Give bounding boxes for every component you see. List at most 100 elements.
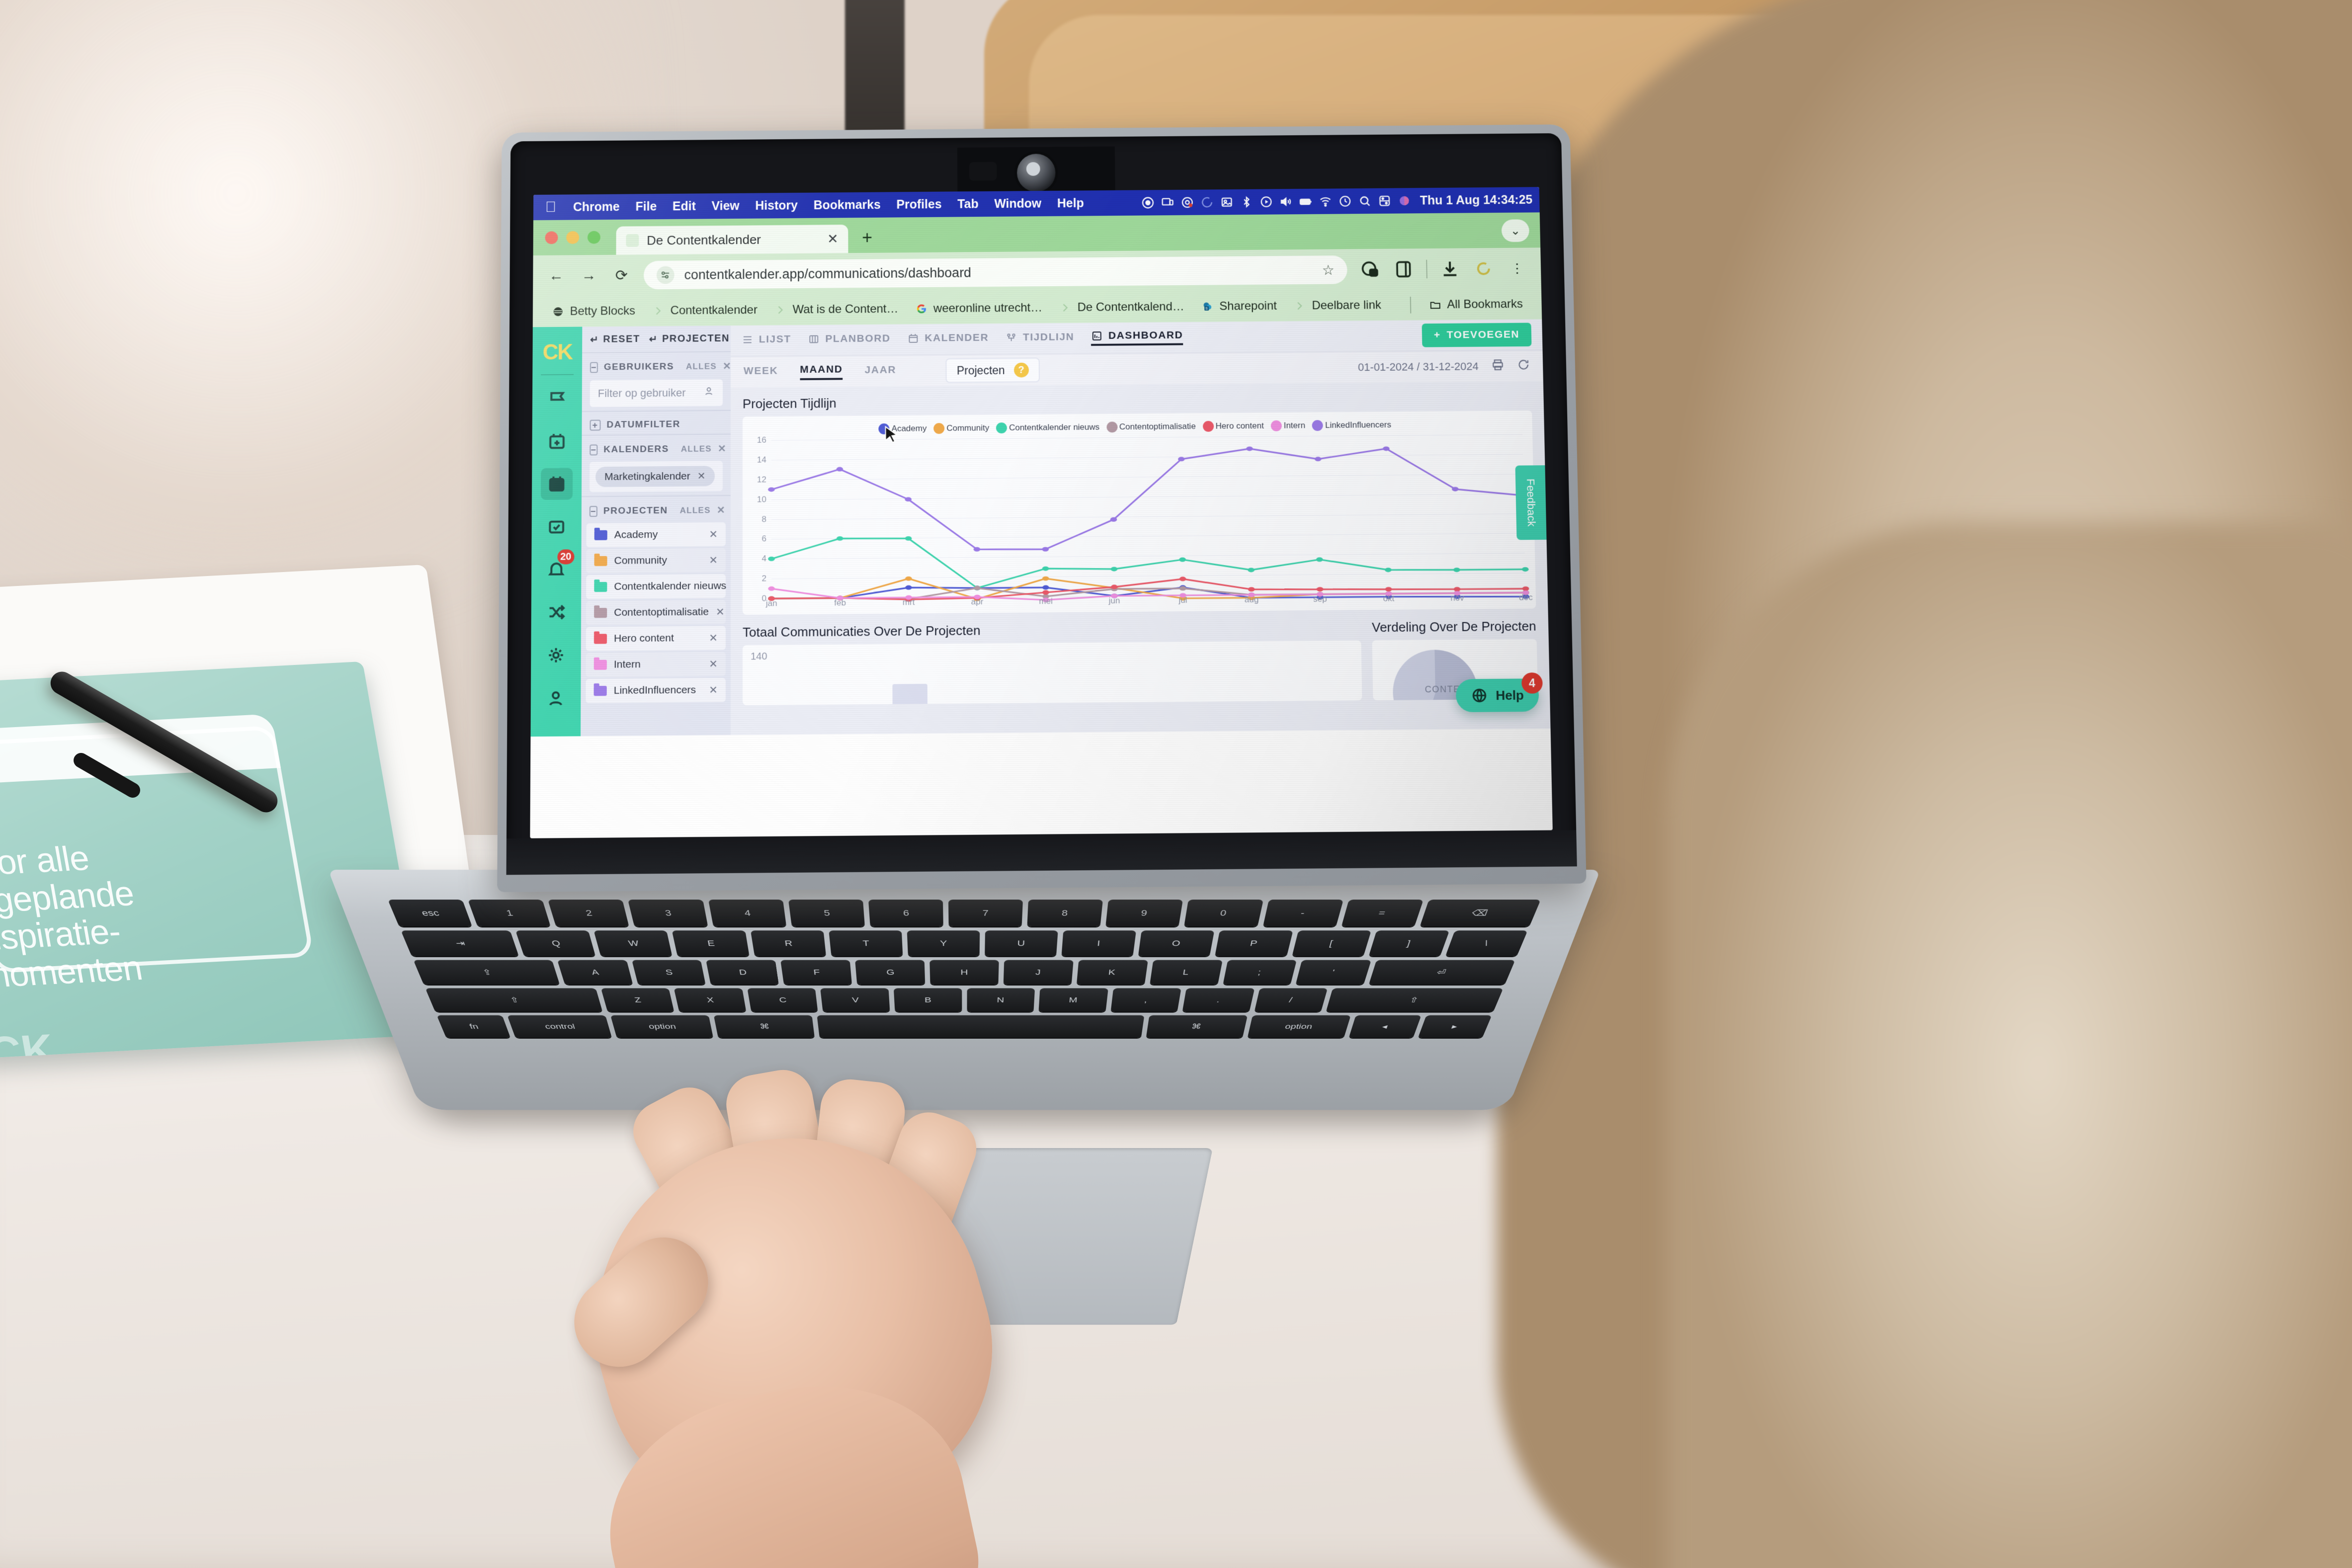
- address-bar[interactable]: contentkalender.app/communications/dashb…: [644, 255, 1347, 290]
- key[interactable]: P: [1215, 930, 1293, 956]
- key[interactable]: -: [1262, 900, 1344, 927]
- select-all-label[interactable]: ALLES: [686, 361, 717, 371]
- legend-item[interactable]: Contentkalender nieuws: [996, 422, 1099, 434]
- series-point[interactable]: [1521, 567, 1529, 572]
- remove-project-icon[interactable]: ✕: [709, 632, 718, 644]
- assistant-icon[interactable]: [1394, 192, 1414, 209]
- menu-window[interactable]: Window: [986, 196, 1049, 211]
- key[interactable]: V: [820, 988, 890, 1012]
- series-point[interactable]: [905, 576, 912, 581]
- bookmark-item[interactable]: S Sharepoint: [1194, 299, 1284, 314]
- key[interactable]: I: [1061, 930, 1137, 956]
- browser-tab[interactable]: De Contentkalender ✕: [616, 224, 848, 255]
- filter-section-header[interactable]: − PROJECTEN ALLES ✕: [589, 504, 726, 517]
- key[interactable]: K: [1076, 960, 1148, 985]
- key-caps[interactable]: ⇪: [413, 960, 560, 985]
- filter-section-header[interactable]: − GEBRUIKERS ALLES ✕: [589, 360, 732, 374]
- key[interactable]: 5: [788, 900, 865, 927]
- key-arrows[interactable]: ▸: [1418, 1015, 1492, 1038]
- playback-icon[interactable]: [1256, 193, 1276, 210]
- bluetooth-icon[interactable]: [1237, 194, 1257, 211]
- project-row[interactable]: Academy ✕: [586, 522, 726, 548]
- menu-history[interactable]: History: [748, 198, 806, 213]
- siri-swirl-icon[interactable]: [1197, 194, 1217, 211]
- collapse-icon[interactable]: −: [589, 505, 597, 517]
- key[interactable]: 4: [708, 900, 786, 927]
- site-settings-icon[interactable]: [656, 266, 674, 284]
- volume-icon[interactable]: [1276, 193, 1296, 210]
- bookmark-item[interactable]: Betty Blocks: [545, 304, 642, 319]
- window-controls[interactable]: [545, 220, 611, 255]
- tab-search-icon[interactable]: ⌄: [1501, 219, 1530, 243]
- flag-icon[interactable]: [541, 383, 573, 415]
- menu-help[interactable]: Help: [1049, 196, 1092, 211]
- calendar-icon[interactable]: [541, 468, 573, 500]
- download-icon[interactable]: [1439, 258, 1461, 280]
- extensions-icon[interactable]: [1472, 258, 1495, 280]
- key[interactable]: H: [929, 960, 999, 985]
- series-point[interactable]: [1042, 585, 1049, 590]
- series-point[interactable]: [1453, 587, 1461, 592]
- key[interactable]: B: [893, 988, 962, 1012]
- key-return[interactable]: ⏎: [1369, 960, 1515, 985]
- close-window-button[interactable]: [545, 231, 558, 245]
- key-command[interactable]: ⌘: [713, 1015, 815, 1038]
- key-fn[interactable]: fn: [436, 1015, 511, 1038]
- bookmark-item[interactable]: Wat is de Content…: [767, 302, 906, 317]
- series-point[interactable]: [836, 536, 843, 541]
- key[interactable]: F: [780, 960, 852, 985]
- key[interactable]: O: [1138, 930, 1215, 956]
- menu-profiles[interactable]: Profiles: [889, 197, 950, 212]
- key-control[interactable]: control: [507, 1015, 612, 1038]
- tab-week[interactable]: WEEK: [744, 365, 778, 379]
- series-point[interactable]: [1453, 568, 1460, 573]
- project-row[interactable]: Contentkalender nieuws✕: [586, 574, 726, 599]
- help-tooltip-icon[interactable]: ?: [1013, 362, 1029, 378]
- key[interactable]: 1: [468, 900, 551, 927]
- key-option-right[interactable]: option: [1247, 1015, 1351, 1038]
- legend-item[interactable]: Community: [933, 422, 989, 434]
- minimize-window-button[interactable]: [566, 231, 580, 244]
- series-point[interactable]: [1246, 446, 1253, 451]
- series-point[interactable]: [1179, 557, 1186, 562]
- tab-tijdlijn[interactable]: TIJDLIJN: [1006, 331, 1074, 346]
- refresh-icon[interactable]: [1517, 358, 1530, 374]
- select-all-label[interactable]: ALLES: [681, 444, 712, 454]
- maximize-window-button[interactable]: [588, 231, 600, 244]
- collapse-icon[interactable]: −: [589, 361, 598, 373]
- filter-section-header[interactable]: + DATUMFILTER: [589, 419, 723, 431]
- key[interactable]: 7: [948, 900, 1023, 927]
- series-point[interactable]: [1177, 457, 1185, 462]
- menu-tab[interactable]: Tab: [949, 197, 986, 211]
- key[interactable]: D: [706, 960, 779, 985]
- series-point[interactable]: [1522, 586, 1529, 591]
- remove-project-icon[interactable]: ✕: [709, 684, 718, 696]
- control-center-icon[interactable]: [1374, 192, 1394, 209]
- remove-chip-icon[interactable]: ✕: [697, 470, 706, 482]
- series-point[interactable]: [1042, 590, 1049, 595]
- remove-project-icon[interactable]: ✕: [709, 528, 718, 541]
- key-delete[interactable]: ⌫: [1420, 900, 1541, 927]
- legend-item[interactable]: LinkedInfluencers: [1312, 419, 1391, 431]
- tab-jaar[interactable]: JAAR: [865, 364, 897, 378]
- key[interactable]: /: [1254, 988, 1328, 1012]
- reload-icon[interactable]: ⟳: [611, 265, 632, 286]
- user-filter-input[interactable]: Filter op gebruiker: [589, 379, 723, 407]
- key[interactable]: W: [593, 930, 672, 956]
- calendar-chip[interactable]: Marketingkalender ✕: [595, 466, 715, 488]
- app-logo[interactable]: CK: [543, 333, 573, 371]
- all-bookmarks-button[interactable]: All Bookmarks: [1422, 297, 1530, 312]
- key[interactable]: 6: [868, 900, 943, 927]
- bell-icon[interactable]: 20: [540, 549, 575, 585]
- key[interactable]: Z: [600, 988, 674, 1012]
- key-space[interactable]: [817, 1015, 1145, 1038]
- project-row[interactable]: Community ✕: [586, 548, 726, 574]
- key[interactable]: T: [829, 930, 903, 956]
- select-all-label[interactable]: ALLES: [680, 505, 711, 515]
- tab-kalender[interactable]: KALENDER: [907, 332, 989, 346]
- key[interactable]: X: [673, 988, 747, 1012]
- wifi-icon[interactable]: [1315, 193, 1335, 210]
- series-point[interactable]: [1042, 566, 1049, 571]
- menu-edit[interactable]: Edit: [665, 199, 704, 214]
- key[interactable]: M: [1038, 988, 1108, 1012]
